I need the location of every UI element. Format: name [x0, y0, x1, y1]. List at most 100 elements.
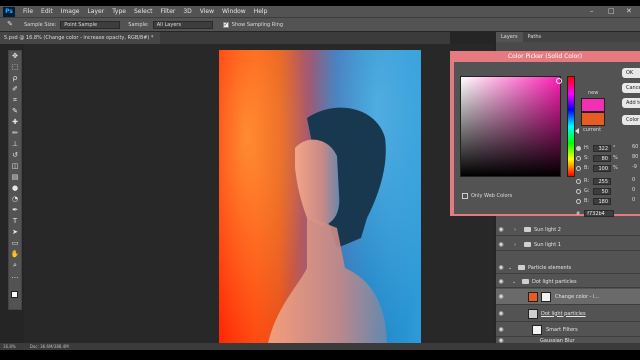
- healing-icon[interactable]: ✚: [9, 117, 21, 127]
- eyedropper-icon[interactable]: ✎: [9, 106, 21, 116]
- visibility-eye-icon[interactable]: ◉: [496, 337, 506, 344]
- zoom-icon[interactable]: ⌕: [9, 260, 21, 270]
- sample-select[interactable]: All Layers: [152, 20, 213, 29]
- g-input[interactable]: 50: [593, 187, 611, 195]
- layer-mask-thumbnail[interactable]: [541, 291, 551, 302]
- quick-select-icon[interactable]: ✐: [9, 84, 21, 94]
- blur-icon[interactable]: ●: [9, 183, 21, 193]
- artwork-image[interactable]: [219, 50, 421, 346]
- type-icon[interactable]: T: [9, 216, 21, 226]
- menu-select[interactable]: Select: [134, 8, 153, 15]
- c-value[interactable]: 0: [632, 177, 635, 183]
- visibility-eye-icon[interactable]: ◉: [496, 264, 506, 271]
- hex-input[interactable]: f732b4: [584, 210, 615, 217]
- chevron-down-icon[interactable]: ⌄: [512, 279, 518, 285]
- show-ring-checkbox[interactable]: ✓: [222, 21, 229, 28]
- b-radio[interactable]: [576, 165, 581, 171]
- menu-layer[interactable]: Layer: [87, 8, 104, 15]
- menu-filter[interactable]: Filter: [161, 8, 176, 15]
- history-brush-icon[interactable]: ↺: [9, 150, 21, 160]
- r-input[interactable]: 255: [593, 177, 611, 185]
- menu-window[interactable]: Window: [222, 8, 246, 15]
- color-libraries-button[interactable]: Color Libraries: [622, 115, 640, 125]
- y-value[interactable]: 0: [632, 197, 635, 203]
- s-radio[interactable]: [576, 155, 581, 161]
- eyedropper-icon[interactable]: ✎: [4, 20, 16, 30]
- more-icon[interactable]: …: [9, 271, 21, 281]
- foreground-color-swatch[interactable]: [11, 291, 18, 298]
- brush-icon[interactable]: ✏: [9, 128, 21, 138]
- hand-icon[interactable]: ✋: [9, 249, 21, 259]
- color-cursor[interactable]: [556, 78, 562, 84]
- blue-radio[interactable]: [576, 198, 581, 204]
- menu-edit[interactable]: Edit: [41, 8, 53, 15]
- b-input[interactable]: 100: [593, 164, 611, 172]
- tab-paths[interactable]: Paths: [523, 34, 547, 40]
- layer-row[interactable]: ◉ › Sun light 2: [496, 224, 640, 236]
- visibility-eye-icon[interactable]: ◉: [496, 226, 506, 233]
- h-input[interactable]: 322: [593, 144, 611, 152]
- layer-row[interactable]: ◉ Smart Filters: [496, 323, 640, 337]
- layer-row[interactable]: ◉ Gaussian Blur: [496, 337, 640, 344]
- chevron-right-icon[interactable]: ›: [514, 242, 520, 248]
- a-value[interactable]: 80: [632, 154, 638, 160]
- visibility-eye-icon[interactable]: ◉: [496, 241, 506, 248]
- pen-icon[interactable]: ✒: [9, 205, 21, 215]
- l-value[interactable]: 60: [632, 144, 638, 150]
- marquee-icon[interactable]: ⬚: [9, 62, 21, 72]
- visibility-eye-icon[interactable]: ◉: [496, 293, 506, 300]
- crop-icon[interactable]: ⌗: [9, 95, 21, 105]
- m-value[interactable]: 0: [632, 187, 635, 193]
- gradient-icon[interactable]: ▤: [9, 172, 21, 182]
- menu-file[interactable]: File: [23, 8, 33, 15]
- blue-input[interactable]: 180: [593, 197, 611, 205]
- eraser-icon[interactable]: ◫: [9, 161, 21, 171]
- ok-button[interactable]: OK: [622, 68, 640, 78]
- only-web-colors-checkbox[interactable]: [462, 193, 468, 199]
- show-ring-label: Show Sampling Ring: [231, 21, 284, 28]
- tab-layers[interactable]: Layers: [496, 32, 523, 42]
- folder-icon: [524, 227, 531, 232]
- color-fill-thumbnail[interactable]: [528, 291, 538, 302]
- visibility-eye-icon[interactable]: ◉: [496, 326, 506, 333]
- g-radio[interactable]: [576, 188, 581, 194]
- lasso-icon[interactable]: ρ: [9, 73, 21, 83]
- b-lab-value[interactable]: -9: [632, 164, 637, 170]
- layer-row[interactable]: ◉ ⌄ Dot light particles: [496, 276, 640, 288]
- chevron-down-icon[interactable]: ⌄: [508, 265, 514, 271]
- layer-row[interactable]: ◉ ⌄ Particle elements: [496, 262, 640, 274]
- zoom-readout[interactable]: 16.8%: [3, 344, 16, 349]
- move-icon[interactable]: ✥: [9, 51, 21, 61]
- chevron-right-icon[interactable]: ›: [514, 227, 520, 233]
- add-to-swatches-button[interactable]: Add to Swatches: [622, 98, 640, 108]
- cancel-button[interactable]: Cancel: [622, 83, 640, 93]
- s-input[interactable]: 80: [593, 154, 611, 162]
- visibility-eye-icon[interactable]: ◉: [496, 310, 506, 317]
- color-picker-dialog: Color Picker (Solid Color) new current O…: [450, 51, 640, 217]
- path-select-icon[interactable]: ➤: [9, 227, 21, 237]
- saturation-brightness-field[interactable]: [460, 76, 562, 177]
- menu-view[interactable]: View: [200, 8, 214, 15]
- maximize-icon[interactable]: □: [608, 7, 615, 15]
- doc-size-readout: Doc: 36.6M/388.4M: [29, 344, 69, 349]
- layer-row[interactable]: ◉ Dot light particles: [496, 306, 640, 322]
- menu-help[interactable]: Help: [254, 8, 268, 15]
- dodge-icon[interactable]: ◔: [9, 194, 21, 204]
- hue-slider[interactable]: [567, 76, 575, 177]
- sample-size-select[interactable]: Point Sample: [60, 20, 121, 29]
- document-tab[interactable]: 5.psd @ 16.8% (Change color - increase o…: [0, 32, 160, 44]
- visibility-eye-icon[interactable]: ◉: [496, 278, 506, 285]
- close-icon[interactable]: ✕: [626, 7, 632, 15]
- h-radio[interactable]: [576, 145, 581, 151]
- menu-image[interactable]: Image: [61, 8, 80, 15]
- menu-type[interactable]: Type: [112, 8, 126, 15]
- minimize-icon[interactable]: –: [590, 7, 594, 15]
- hue-slider-handle[interactable]: [575, 128, 579, 134]
- rectangle-icon[interactable]: ▭: [9, 238, 21, 248]
- r-radio[interactable]: [576, 178, 581, 184]
- layer-row[interactable]: ◉ › Sun light 1: [496, 239, 640, 251]
- menu-3d[interactable]: 3D: [183, 8, 191, 15]
- stamp-icon[interactable]: ⊥: [9, 139, 21, 149]
- current-color-swatch[interactable]: [581, 112, 605, 126]
- layer-row-selected[interactable]: ◉ Change color - i...: [496, 289, 640, 305]
